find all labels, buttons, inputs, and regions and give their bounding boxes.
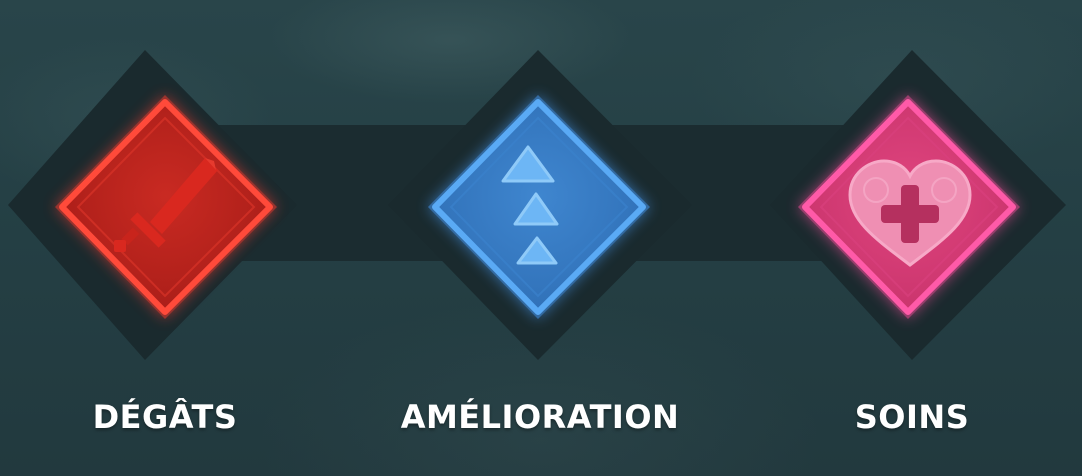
upgrade-label: AMÉLIORATION [400, 398, 680, 436]
heal-label: SOINS [854, 398, 970, 436]
ability-panel: DÉGÂTS AMÉLIORATION SOINS [0, 0, 1082, 476]
damage-label: DÉGÂTS [92, 398, 238, 436]
